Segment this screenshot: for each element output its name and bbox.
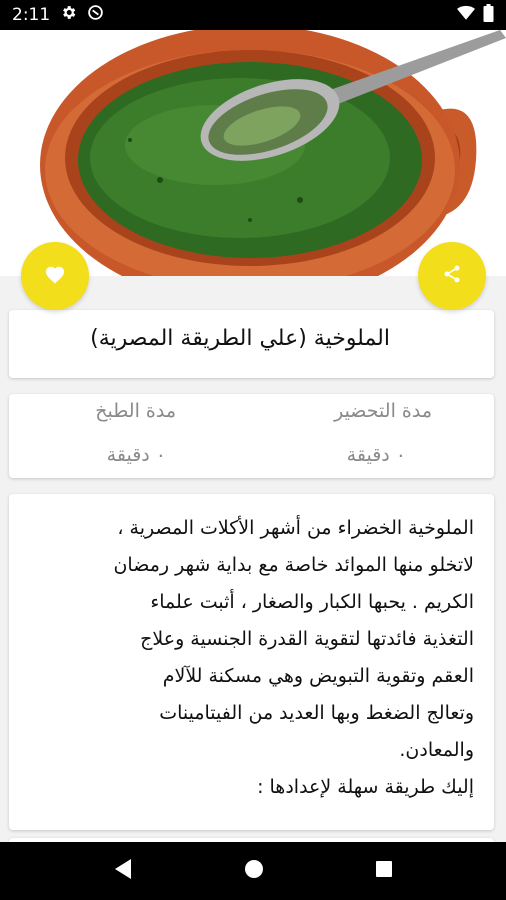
recipe-description-card: الملوخية الخضراء من أشهر الأكلات المصرية… — [9, 494, 494, 830]
description-line: إليك طريقة سهلة لإعدادها : — [257, 776, 474, 798]
home-icon[interactable] — [243, 858, 265, 884]
back-icon[interactable] — [113, 858, 133, 884]
description-line: الكريم . يحبها الكبار والصغار ، أثبت علم… — [150, 591, 474, 613]
status-time: 2:11 — [12, 5, 51, 25]
recents-icon[interactable] — [375, 860, 393, 882]
heart-icon — [44, 264, 66, 288]
description-line: الملوخية الخضراء من أشهر الأكلات المصرية… — [117, 517, 474, 539]
wifi-icon — [457, 5, 475, 26]
description-line: العقم وتقوية التبويض وهي مسكنة للآلام — [162, 665, 474, 687]
status-bar: 2:11 — [0, 0, 506, 30]
recipe-hero-image — [0, 30, 506, 276]
cook-time-value: ٠ دقيقة — [106, 444, 166, 466]
recipe-title: الملوخية (علي الطريقة المصرية) — [90, 326, 390, 351]
battery-icon — [483, 3, 494, 27]
favorite-button[interactable] — [21, 242, 89, 310]
recipe-description: الملوخية الخضراء من أشهر الأكلات المصرية… — [14, 510, 474, 806]
recipe-times-card: مدة التحضير ٠ دقيقة مدة الطبخ ٠ دقيقة — [9, 394, 494, 478]
recipe-title-card: الملوخية (علي الطريقة المصرية) — [9, 310, 494, 378]
do-not-disturb-icon — [87, 4, 104, 26]
navigation-bar — [0, 842, 506, 900]
cook-time-label: مدة الطبخ — [95, 400, 176, 422]
prep-time-value: ٠ دقيقة — [346, 444, 406, 466]
share-icon — [442, 264, 462, 288]
description-line: وتعالج الضغط وبها العديد من الفيتامينات — [159, 702, 474, 724]
prep-time-label: مدة التحضير — [334, 400, 432, 422]
share-button[interactable] — [418, 242, 486, 310]
gear-icon — [60, 4, 77, 26]
description-line: لاتخلو منها الموائد خاصة مع بداية شهر رم… — [113, 554, 474, 576]
description-line: التغذية فائدتها لتقوية القدرة الجنسية وع… — [140, 628, 474, 650]
description-line: والمعادن. — [399, 739, 474, 761]
